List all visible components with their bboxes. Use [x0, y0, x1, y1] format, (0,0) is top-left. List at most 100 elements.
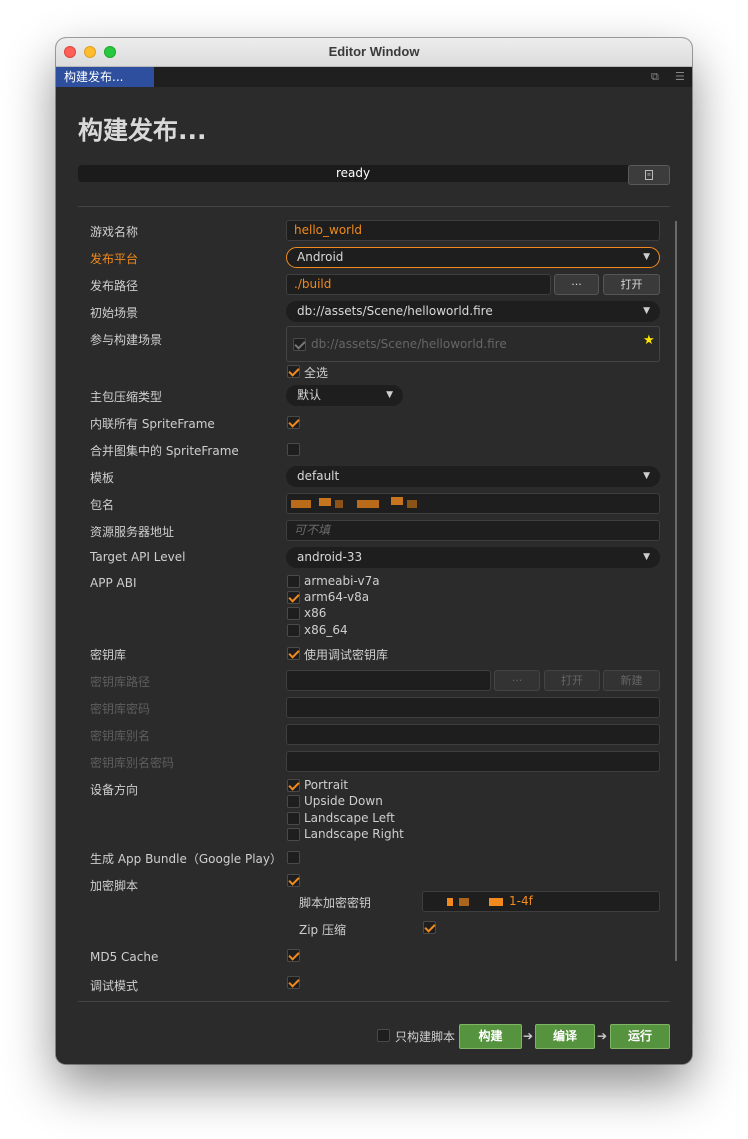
template-select[interactable]: default ▼ [286, 466, 660, 487]
app-bundle-checkbox[interactable] [287, 851, 300, 864]
build-path-label: 发布路径 [90, 279, 139, 293]
editor-window: Editor Window 构建发布... ⧉ ☰ 构建发布... ready … [56, 38, 692, 1064]
scene-item-checkbox [293, 338, 306, 351]
browse-keystore-button[interactable]: ··· [494, 670, 540, 691]
build-button[interactable]: 构建 [459, 1024, 522, 1049]
platform-value: Android [297, 250, 344, 264]
document-icon: ≡ [645, 170, 653, 180]
debug-mode-label: 调试模式 [90, 979, 139, 993]
keystore-path-input[interactable] [286, 670, 491, 691]
tab-build[interactable]: 构建发布... [56, 67, 154, 87]
abi-armeabi-v7a-checkbox[interactable] [287, 575, 300, 588]
window-title: Editor Window [328, 44, 420, 59]
dropdown-arrow-icon: ▼ [643, 471, 650, 481]
redacted-block [391, 497, 403, 505]
scrollbar[interactable] [675, 221, 677, 961]
build-path-input[interactable]: ./build [286, 274, 551, 295]
redacted-block [447, 898, 453, 906]
orientation-landscape-left-label: Landscape Left [304, 811, 395, 825]
platform-select[interactable]: Android ▼ [286, 247, 660, 268]
orientation-upside-down-checkbox[interactable] [287, 795, 300, 808]
use-debug-keystore-checkbox[interactable] [287, 647, 300, 660]
only-script-checkbox[interactable] [377, 1029, 390, 1042]
orientation-landscape-right-checkbox[interactable] [287, 828, 300, 841]
star-icon: ★ [643, 333, 655, 348]
encrypt-key-label: 脚本加密密钥 [299, 896, 372, 910]
abi-x86-label: x86 [304, 606, 327, 620]
game-name-input[interactable]: hello_world [286, 220, 660, 241]
redacted-block [291, 500, 311, 508]
start-scene-value: db://assets/Scene/helloworld.fire [297, 304, 493, 318]
scenes-label: 参与构建场景 [90, 333, 163, 347]
orientation-portrait-label: Portrait [304, 778, 349, 792]
keystore-password-label: 密钥库密码 [90, 702, 151, 716]
select-all-checkbox[interactable] [287, 365, 300, 378]
open-build-path-button[interactable]: 打开 [603, 274, 660, 295]
compression-label: 主包压缩类型 [90, 390, 163, 404]
template-value: default [297, 469, 340, 483]
abi-arm64-v8a-label: arm64-v8a [304, 590, 370, 604]
orientation-portrait-checkbox[interactable] [287, 779, 300, 792]
browse-build-path-button[interactable]: ··· [554, 274, 599, 295]
dropdown-arrow-icon: ▼ [386, 390, 393, 400]
start-scene-label: 初始场景 [90, 306, 139, 320]
build-panel: 构建发布... ready ≡ 游戏名称 hello_world 发布平台 An… [56, 87, 692, 1064]
keystore-password-input[interactable] [286, 697, 660, 718]
inline-spriteframe-label: 内联所有 SpriteFrame [90, 417, 215, 431]
build-progress-bar: ready [78, 165, 628, 182]
abi-x86-64-checkbox[interactable] [287, 624, 300, 637]
arrow-right-icon: ➔ [523, 1029, 534, 1043]
divider [78, 206, 670, 207]
keystore-alias-password-input[interactable] [286, 751, 660, 772]
orientation-label: 设备方向 [90, 783, 139, 797]
new-keystore-button[interactable]: 新建 [603, 670, 660, 691]
redacted-block [489, 898, 503, 906]
run-button[interactable]: 运行 [610, 1024, 670, 1049]
target-api-label: Target API Level [90, 550, 186, 564]
zip-checkbox[interactable] [423, 921, 436, 934]
compression-select[interactable]: 默认 ▼ [286, 385, 403, 406]
start-scene-select[interactable]: db://assets/Scene/helloworld.fire ▼ [286, 301, 660, 322]
orientation-landscape-left-checkbox[interactable] [287, 812, 300, 825]
encrypt-script-label: 加密脚本 [90, 879, 139, 893]
redacted-block [407, 500, 417, 508]
app-abi-label: APP ABI [90, 576, 137, 590]
open-keystore-button[interactable]: 打开 [544, 670, 600, 691]
redacted-block [357, 500, 379, 508]
keystore-alias-label: 密钥库别名 [90, 729, 151, 743]
md5-cache-label: MD5 Cache [90, 950, 159, 964]
encrypt-key-input[interactable]: 1-4f [422, 891, 660, 912]
redacted-block [459, 898, 469, 906]
merge-spriteframe-checkbox[interactable] [287, 443, 300, 456]
scene-item-path: db://assets/Scene/helloworld.fire [311, 337, 507, 351]
abi-x86-64-label: x86_64 [304, 623, 348, 637]
compression-value: 默认 [297, 388, 322, 402]
popout-icon[interactable]: ⧉ [651, 70, 659, 84]
open-log-button[interactable]: ≡ [628, 165, 670, 185]
title-bar: Editor Window [56, 38, 692, 67]
debug-mode-checkbox[interactable] [287, 976, 300, 989]
redacted-block [319, 498, 331, 506]
package-name-input[interactable] [286, 493, 660, 514]
abi-arm64-v8a-checkbox[interactable] [287, 591, 300, 604]
abi-x86-checkbox[interactable] [287, 607, 300, 620]
md5-cache-checkbox[interactable] [287, 949, 300, 962]
merge-spriteframe-label: 合并图集中的 SpriteFrame [90, 444, 239, 458]
select-all-label: 全选 [304, 366, 329, 380]
keystore-alias-input[interactable] [286, 724, 660, 745]
inline-spriteframe-checkbox[interactable] [287, 416, 300, 429]
resource-server-input[interactable]: 可不填 [286, 520, 660, 541]
dropdown-arrow-icon: ▼ [643, 552, 650, 562]
arrow-right-icon: ➔ [597, 1029, 608, 1043]
menu-icon[interactable]: ☰ [675, 70, 685, 83]
package-name-label: 包名 [90, 498, 115, 512]
compile-button[interactable]: 编译 [535, 1024, 595, 1049]
scene-list: db://assets/Scene/helloworld.fire ★ [286, 326, 660, 362]
redacted-block [335, 500, 343, 508]
keystore-label: 密钥库 [90, 648, 127, 662]
encrypt-script-checkbox[interactable] [287, 874, 300, 887]
target-api-select[interactable]: android-33 ▼ [286, 547, 660, 568]
only-script-label: 只构建脚本 [395, 1030, 456, 1044]
dropdown-arrow-icon: ▼ [643, 306, 650, 316]
resource-server-label: 资源服务器地址 [90, 525, 175, 539]
